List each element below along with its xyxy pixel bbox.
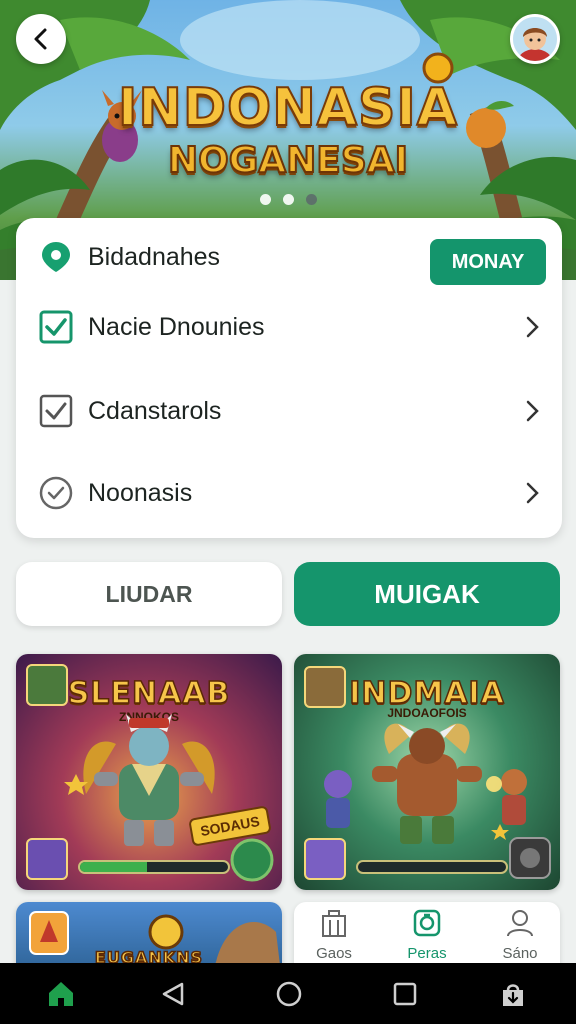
download-bag-icon[interactable] <box>498 979 528 1009</box>
quick-nav-label: Gaos <box>316 945 352 962</box>
settings-row-label: Bidadnahes <box>88 242 221 271</box>
settings-row-location[interactable]: Bidadnahes MONAY <box>16 222 562 292</box>
building-icon <box>322 910 346 937</box>
game-progress-bar <box>356 860 508 874</box>
carousel-dot[interactable] <box>282 194 294 205</box>
chevron-right-icon <box>526 400 539 422</box>
settings-row-label: Nacie Dnounies <box>88 312 265 341</box>
chevron-right-icon <box>526 482 539 504</box>
game-tile[interactable]: SLENAAB ZNNOKOS SODAUS <box>16 654 282 890</box>
location-pin-icon <box>36 237 76 277</box>
player-thumbnail <box>304 838 346 880</box>
banner-subtitle: NOGANESAI <box>167 139 409 182</box>
secondary-action-button[interactable]: LIUDAR <box>16 562 282 626</box>
quick-nav-item-games[interactable]: Gaos <box>294 908 374 968</box>
settings-row-label: Noonasis <box>88 478 193 507</box>
carousel-indicator[interactable] <box>0 194 576 205</box>
home-circle-icon[interactable] <box>274 979 304 1009</box>
recents-square-icon[interactable] <box>390 979 420 1009</box>
person-icon <box>507 910 533 937</box>
settings-row-options[interactable]: Noonasis <box>16 458 562 528</box>
badge-icon <box>413 909 441 937</box>
game-tile[interactable]: INDMAIA JNDOAOFOIS <box>294 654 560 890</box>
settings-card: Bidadnahes MONAY Nacie Dnounies Cdanstar… <box>16 218 562 538</box>
quick-nav-label: Sáno <box>502 945 538 962</box>
back-button[interactable] <box>16 14 66 64</box>
home-icon[interactable] <box>46 979 76 1009</box>
chevron-right-icon <box>526 316 539 338</box>
settings-row-controls[interactable]: Cdanstarols <box>16 376 562 446</box>
avatar-portrait <box>513 17 557 61</box>
carousel-dot[interactable] <box>259 194 271 205</box>
checkbox-icon[interactable] <box>36 391 76 431</box>
quick-nav-item-profile[interactable]: Sáno <box>480 908 560 968</box>
game-progress-bar <box>78 860 230 874</box>
quick-nav-label: Peras <box>407 945 447 962</box>
settings-row-label: Cdanstarols <box>88 396 222 425</box>
money-button[interactable]: MONAY <box>430 239 546 285</box>
system-navigation-bar <box>0 963 576 1024</box>
banner-title: INDONASIA <box>117 77 459 139</box>
checkbox-checked-icon[interactable] <box>36 307 76 347</box>
quick-nav-item-peras[interactable]: Peras <box>387 908 467 968</box>
chevron-left-icon <box>34 28 47 50</box>
back-triangle-icon[interactable] <box>158 979 188 1009</box>
player-thumbnail <box>26 838 68 880</box>
game-progress-fill <box>80 862 147 872</box>
carousel-dot-active[interactable] <box>305 194 317 205</box>
settings-row-notifications[interactable]: Nacie Dnounies <box>16 292 562 362</box>
user-avatar[interactable] <box>510 14 560 64</box>
check-circle-icon <box>36 473 76 513</box>
primary-action-button[interactable]: MUIGAK <box>294 562 560 626</box>
